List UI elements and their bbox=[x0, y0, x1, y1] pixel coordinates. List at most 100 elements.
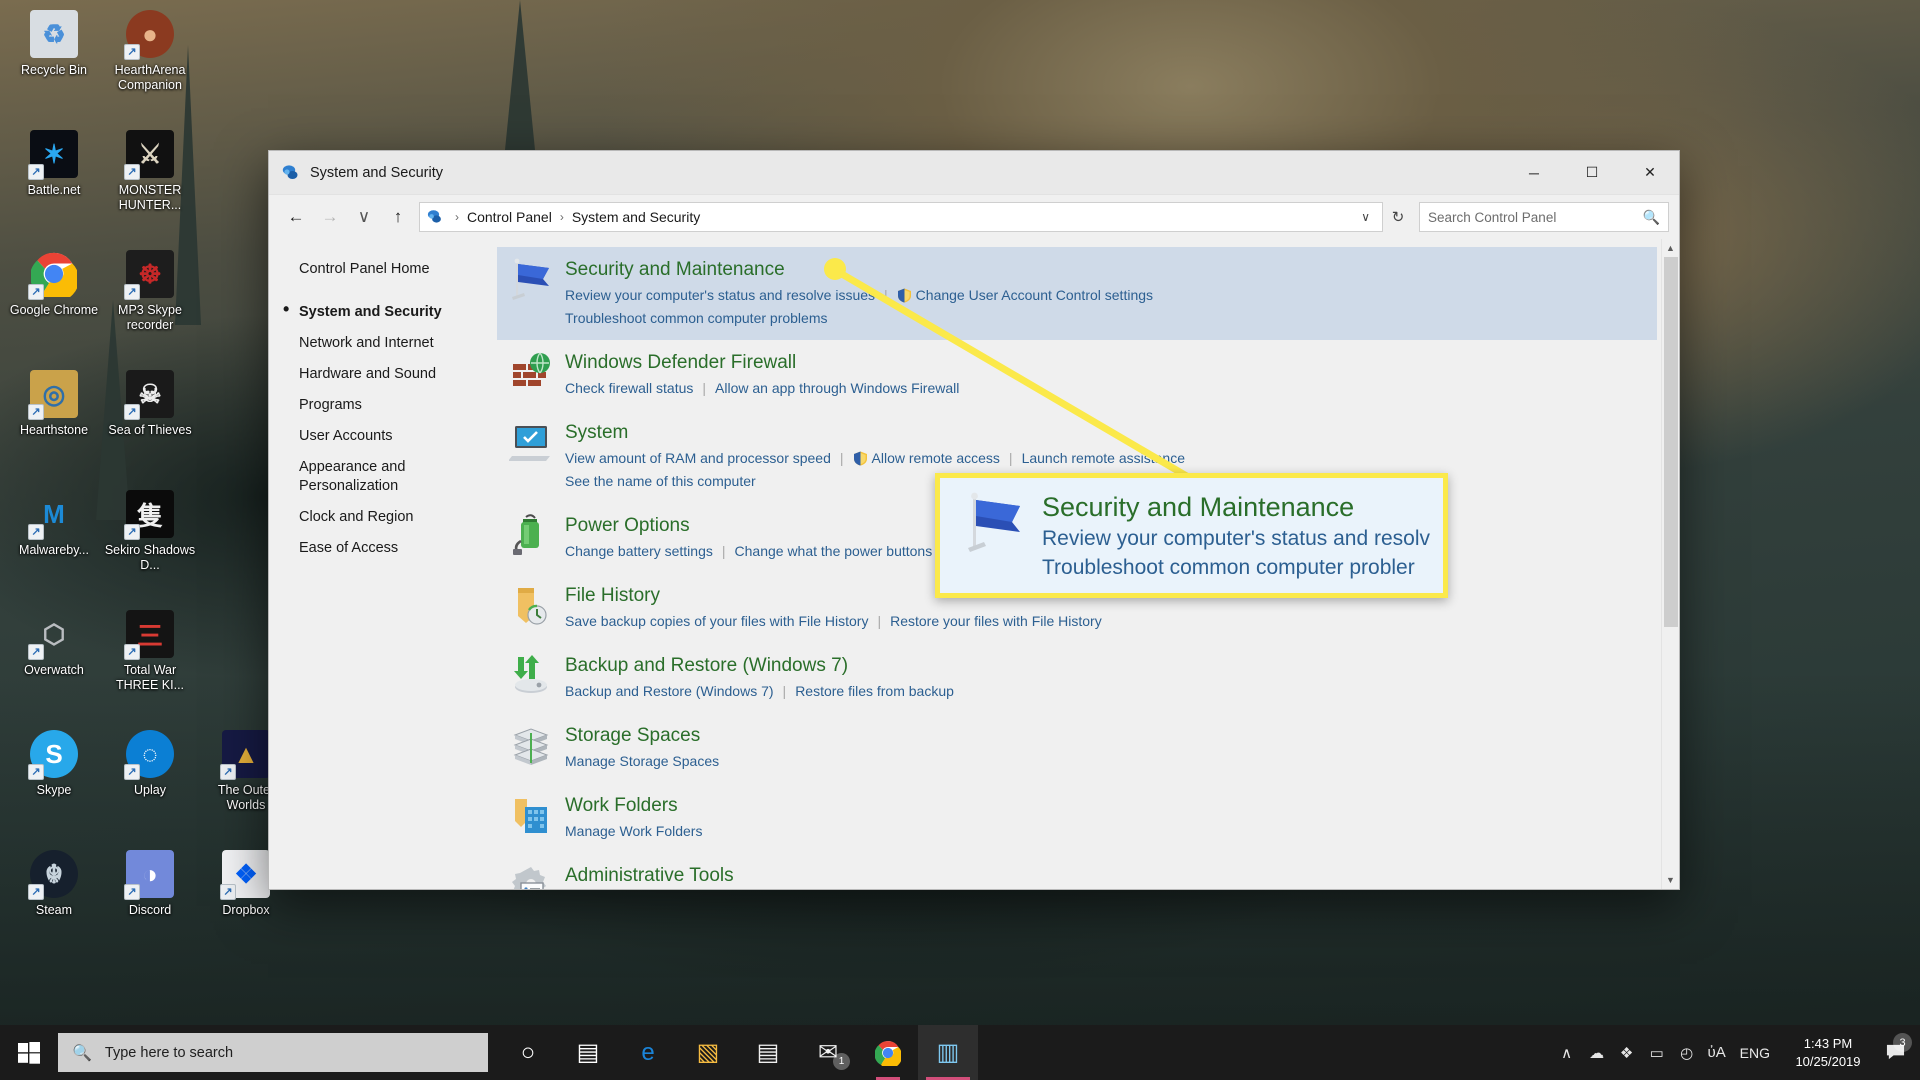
desktop-icon-malwarebytes-icon[interactable]: M ↗ Malwareby... bbox=[6, 484, 102, 604]
desktop-icon-sea-of-thieves-icon[interactable]: ☠ ↗ Sea of Thieves bbox=[102, 364, 198, 484]
category-link[interactable]: Change User Account Control settings bbox=[916, 287, 1153, 303]
back-button[interactable]: ← bbox=[279, 201, 313, 233]
window-titlebar[interactable]: System and Security ─ ☐ ✕ bbox=[269, 151, 1679, 195]
desktop-icon-steam-icon[interactable]: ☬ ↗ Steam bbox=[6, 844, 102, 964]
chevron-down-icon[interactable]: ∨ bbox=[1355, 210, 1376, 224]
category-title[interactable]: Administrative Tools bbox=[565, 864, 1209, 888]
taskbar-mail-icon[interactable]: ✉ 1 bbox=[798, 1025, 858, 1080]
category-title[interactable]: Windows Defender Firewall bbox=[565, 351, 959, 375]
recent-locations-button[interactable]: ∨ bbox=[347, 201, 381, 233]
category-link[interactable]: Allow remote access bbox=[872, 450, 1000, 466]
desktop[interactable]: ♻ Recycle Bin ● ↗ HearthArena Companion ✶ ↗ Bat… bbox=[0, 0, 1920, 1080]
windows-start-icon[interactable] bbox=[0, 1025, 58, 1080]
desktop-icon-label: MP3 Skype recorder bbox=[118, 303, 182, 332]
battery-icon[interactable]: ▭ bbox=[1642, 1044, 1672, 1062]
desktop-icon-overwatch-icon[interactable]: ⬡ ↗ Overwatch bbox=[6, 604, 102, 724]
wifi-icon[interactable]: ◴ bbox=[1672, 1044, 1702, 1062]
breadcrumb-item-system-and-security[interactable]: System and Security bbox=[569, 209, 703, 225]
desktop-icon-label: MONSTER HUNTER... bbox=[118, 183, 182, 212]
category-security-and-maintenance[interactable]: Security and Maintenance Review your comp… bbox=[497, 247, 1657, 340]
taskbar[interactable]: 🔍 Type here to search ○ ▤ e ▧ ▤ ✉ 1 ▥ ∧ ☁ ❖ ▭ ◴ ὐA … bbox=[0, 1025, 1920, 1080]
category-administrative-tools[interactable]: Administrative ToolsFree up disk space|D… bbox=[497, 853, 1657, 889]
category-backup-and-restore-windows-7-[interactable]: Backup and Restore (Windows 7) Backup and… bbox=[497, 643, 1657, 713]
category-link[interactable]: Change what the power buttons do bbox=[735, 543, 952, 559]
desktop-icon-battlenet-icon[interactable]: ✶ ↗ Battle.net bbox=[6, 124, 102, 244]
desktop-icon-monster-hunter-icon[interactable]: ⚔ ↗ MONSTER HUNTER... bbox=[102, 124, 198, 244]
onedrive-icon[interactable]: ☁ bbox=[1582, 1044, 1612, 1062]
sidebar-item-appearance-and-personalization[interactable]: Appearance and Personalization bbox=[299, 452, 497, 502]
category-title[interactable]: Storage Spaces bbox=[565, 724, 719, 748]
sidebar-item-user-accounts[interactable]: User Accounts bbox=[299, 421, 497, 452]
category-link[interactable]: Save backup copies of your files with Fi… bbox=[565, 613, 868, 629]
scrollbar-thumb[interactable] bbox=[1664, 257, 1678, 627]
up-button[interactable]: ↑ bbox=[381, 201, 415, 233]
action-center-icon[interactable]: 3 bbox=[1874, 1033, 1916, 1062]
vertical-scrollbar[interactable]: ▲ ▼ bbox=[1661, 239, 1679, 889]
taskbar-search-input[interactable]: 🔍 Type here to search bbox=[58, 1033, 488, 1072]
show-hidden-icons-button[interactable]: ∧ bbox=[1552, 1044, 1582, 1062]
scroll-down-button[interactable]: ▼ bbox=[1662, 871, 1679, 889]
sidebar-item-control-panel-home[interactable]: Control Panel Home bbox=[299, 261, 497, 277]
language-indicator[interactable]: ENG bbox=[1732, 1045, 1782, 1061]
search-control-panel-input[interactable]: Search Control Panel 🔍 bbox=[1419, 202, 1669, 232]
sidebar-item-hardware-and-sound[interactable]: Hardware and Sound bbox=[299, 359, 497, 390]
desktop-icon-google-chrome-icon[interactable]: ↗ Google Chrome bbox=[6, 244, 102, 364]
category-title[interactable]: System bbox=[565, 421, 1185, 445]
scroll-up-button[interactable]: ▲ bbox=[1662, 239, 1679, 257]
category-windows-defender-firewall[interactable]: Windows Defender Firewall Check firewall … bbox=[497, 340, 1657, 410]
taskbar-cortana-icon[interactable]: ○ bbox=[498, 1025, 558, 1080]
desktop-icon-mp3-skype-recorder-icon[interactable]: ☸ ↗ MP3 Skype recorder bbox=[102, 244, 198, 364]
dropbox-tray-icon[interactable]: ❖ bbox=[1612, 1044, 1642, 1062]
taskbar-task-view-icon[interactable]: ▤ bbox=[558, 1025, 618, 1080]
category-link[interactable]: Manage Work Folders bbox=[565, 823, 702, 839]
address-bar[interactable]: ← → ∨ ↑ › Control Panel › System and Sec… bbox=[269, 195, 1679, 239]
category-title[interactable]: Work Folders bbox=[565, 794, 702, 818]
volume-icon[interactable]: ὐA bbox=[1702, 1044, 1732, 1062]
breadcrumb-item-control-panel[interactable]: Control Panel bbox=[464, 209, 555, 225]
category-title[interactable]: Security and Maintenance bbox=[565, 258, 1153, 282]
category-link[interactable]: View amount of RAM and processor speed bbox=[565, 450, 831, 466]
breadcrumb[interactable]: › Control Panel › System and Security ∨ bbox=[419, 202, 1383, 232]
sidebar-item-clock-and-region[interactable]: Clock and Region bbox=[299, 502, 497, 533]
desktop-icon-total-war-three-kingdoms-icon[interactable]: 三 ↗ Total War THREE KI... bbox=[102, 604, 198, 724]
category-link[interactable]: Restore your files with File History bbox=[890, 613, 1102, 629]
category-storage-spaces[interactable]: Storage Spaces Manage Storage Spaces bbox=[497, 713, 1657, 783]
category-work-folders[interactable]: Work Folders Manage Work Folders bbox=[497, 783, 1657, 853]
category-link[interactable]: Launch remote assistance bbox=[1022, 450, 1185, 466]
category-link[interactable]: Check firewall status bbox=[565, 380, 693, 396]
recycle-bin-icon: ♻ bbox=[30, 10, 78, 58]
taskbar-microsoft-store-icon[interactable]: ▤ bbox=[738, 1025, 798, 1080]
clock[interactable]: 1:43 PM 10/25/2019 bbox=[1782, 1035, 1874, 1071]
sidebar-item-system-and-security[interactable]: System and Security bbox=[283, 297, 497, 328]
desktop-icon-heartharena-icon[interactable]: ● ↗ HearthArena Companion bbox=[102, 4, 198, 124]
taskbar-google-chrome-icon[interactable] bbox=[858, 1025, 918, 1080]
refresh-button[interactable]: ↻ bbox=[1383, 202, 1413, 232]
taskbar-microsoft-edge-icon[interactable]: e bbox=[618, 1025, 678, 1080]
desktop-icon-sekiro-icon[interactable]: 隻 ↗ Sekiro Shadows D... bbox=[102, 484, 198, 604]
category-link[interactable]: Restore files from backup bbox=[795, 683, 954, 699]
sidebar-item-ease-of-access[interactable]: Ease of Access bbox=[299, 533, 497, 564]
desktop-icon-discord-icon[interactable]: ◑ ↗ Discord bbox=[102, 844, 198, 964]
maximize-button[interactable]: ☐ bbox=[1563, 151, 1621, 194]
category-title[interactable]: Backup and Restore (Windows 7) bbox=[565, 654, 954, 678]
taskbar-file-explorer-icon[interactable]: ▧ bbox=[678, 1025, 738, 1080]
desktop-icon-hearthstone-icon[interactable]: ◎ ↗ Hearthstone bbox=[6, 364, 102, 484]
category-link[interactable]: See the name of this computer bbox=[565, 473, 756, 489]
taskbar-control-panel-icon[interactable]: ▥ bbox=[918, 1025, 978, 1080]
category-link[interactable]: Troubleshoot common computer problems bbox=[565, 310, 828, 326]
category-link[interactable]: Allow an app through Windows Firewall bbox=[715, 380, 959, 396]
link-separator: | bbox=[721, 543, 726, 559]
close-button[interactable]: ✕ bbox=[1621, 151, 1679, 194]
sidebar-item-network-and-internet[interactable]: Network and Internet bbox=[299, 328, 497, 359]
desktop-icon-uplay-icon[interactable]: ◌ ↗ Uplay bbox=[102, 724, 198, 844]
forward-button[interactable]: → bbox=[313, 201, 347, 233]
sidebar-item-programs[interactable]: Programs bbox=[299, 390, 497, 421]
category-link[interactable]: Manage Storage Spaces bbox=[565, 753, 719, 769]
category-title[interactable]: Power Options bbox=[565, 514, 952, 538]
category-link[interactable]: Backup and Restore (Windows 7) bbox=[565, 683, 774, 699]
desktop-icon-skype-icon[interactable]: S ↗ Skype bbox=[6, 724, 102, 844]
desktop-icon-recycle-bin-icon[interactable]: ♻ Recycle Bin bbox=[6, 4, 102, 124]
category-link[interactable]: Change battery settings bbox=[565, 543, 713, 559]
category-link[interactable]: Review your computer's status and resolv… bbox=[565, 287, 875, 303]
minimize-button[interactable]: ─ bbox=[1505, 151, 1563, 194]
